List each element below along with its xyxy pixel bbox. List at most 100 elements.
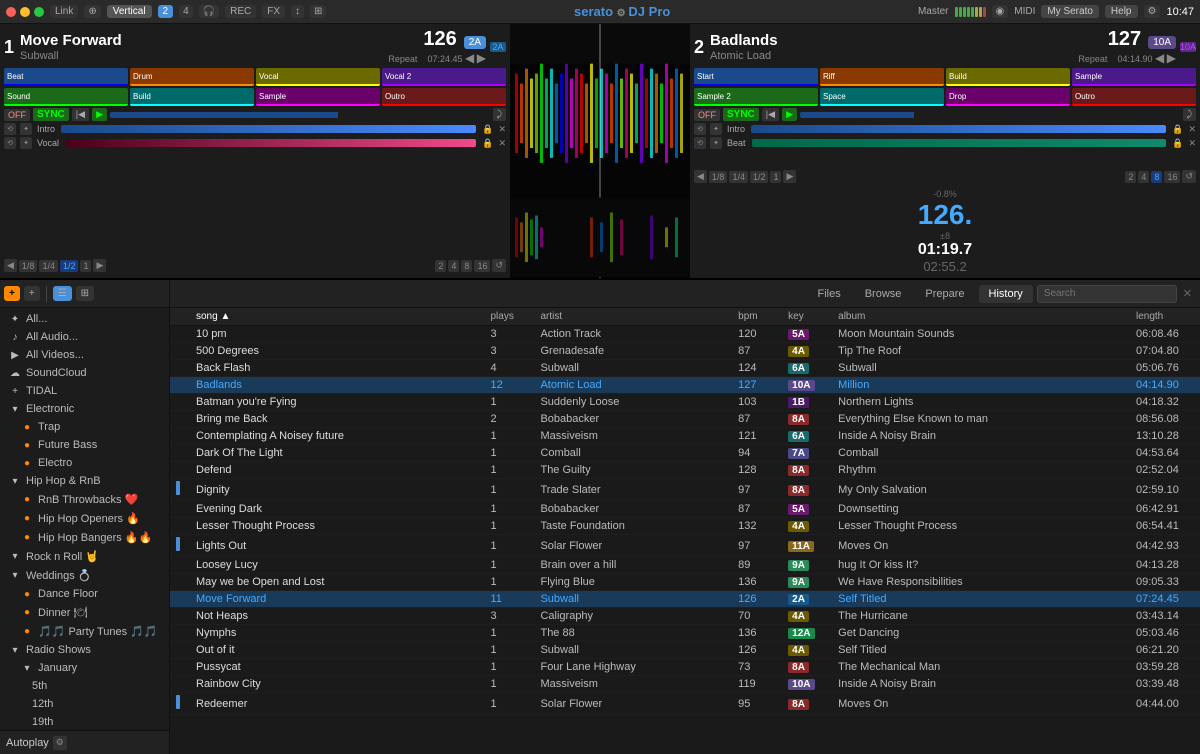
sidebar-item-soundcloud[interactable]: ☁ SoundCloud bbox=[0, 364, 169, 382]
deck1-8[interactable]: 8 bbox=[461, 260, 472, 272]
maximize-button[interactable] bbox=[34, 7, 44, 17]
deck1-16[interactable]: 16 bbox=[474, 260, 490, 272]
table-row[interactable]: Redeemer1Solar Flower958AMoves On04:44.0… bbox=[170, 693, 1200, 715]
table-row[interactable]: Back Flash4Subwall1246ASubwall05:06.76 bbox=[170, 360, 1200, 377]
deck2-1-2[interactable]: 1/2 bbox=[750, 171, 769, 183]
deck1-pad-vocal[interactable]: Vocal bbox=[256, 68, 380, 86]
sidebar-item-video[interactable]: ▶ All Videos... bbox=[0, 346, 169, 364]
vertical-button[interactable]: Vertical bbox=[107, 5, 152, 18]
deck1-pad-outro[interactable]: Outro bbox=[382, 88, 506, 106]
table-row[interactable]: Out of it1Subwall1264ASelf Titled06:21.2… bbox=[170, 642, 1200, 659]
sidebar-item-19th[interactable]: 19th bbox=[0, 713, 169, 730]
deck2-pad-start[interactable]: Start bbox=[694, 68, 818, 86]
deck2-2[interactable]: 2 bbox=[1125, 171, 1136, 183]
deck2-pad-space[interactable]: Space bbox=[820, 88, 944, 106]
table-row[interactable]: Evening Dark1Bobabacker875ADownsetting06… bbox=[170, 501, 1200, 518]
search-clear-button[interactable]: ✕ bbox=[1181, 287, 1194, 300]
deck1-pad-sample[interactable]: Sample bbox=[256, 88, 380, 106]
num2-button[interactable]: 2 bbox=[158, 5, 174, 18]
deck2-1[interactable]: 1 bbox=[770, 171, 781, 183]
sidebar-item-partytunes[interactable]: ● 🎵🎵 Party Tunes 🎵🎵 bbox=[0, 622, 169, 641]
deck1-close[interactable]: ✕ bbox=[498, 124, 506, 135]
sidebar-item-rock[interactable]: ▾ Rock n Roll 🤘 bbox=[0, 547, 169, 566]
sidebar-item-electronic[interactable]: ▾ Electronic bbox=[0, 400, 169, 418]
table-row[interactable]: Nymphs1The 8813612AGet Dancing05:03.46 bbox=[170, 625, 1200, 642]
sidebar-btn-plus[interactable]: + bbox=[24, 286, 40, 301]
settings-icon[interactable]: ⚙ bbox=[1144, 5, 1161, 18]
deck2-close[interactable]: ✕ bbox=[1188, 124, 1196, 135]
deck2-pad-sample2[interactable]: Sample 2 bbox=[694, 88, 818, 106]
tab-files[interactable]: Files bbox=[807, 285, 850, 303]
table-row[interactable]: Contemplating A Noisey future1Massiveism… bbox=[170, 428, 1200, 445]
col-length[interactable]: length bbox=[1130, 308, 1200, 326]
sidebar-item-january[interactable]: ▾ January bbox=[0, 659, 169, 677]
col-plays[interactable]: plays bbox=[484, 308, 534, 326]
deck2-cue[interactable]: ⤸ bbox=[1183, 108, 1196, 121]
autoplay-icon[interactable]: ⚙ bbox=[53, 736, 67, 750]
deck2-nav-left[interactable]: ◀ bbox=[1155, 51, 1164, 65]
deck1-pad-beat[interactable]: Beat bbox=[4, 68, 128, 86]
table-row[interactable]: Rainbow City1Massiveism11910AInside A No… bbox=[170, 676, 1200, 693]
deck1-1-4[interactable]: 1/4 bbox=[39, 260, 58, 272]
table-row[interactable]: Batman you're Fying1Suddenly Loose1031BN… bbox=[170, 394, 1200, 411]
sidebar-item-hipbangers[interactable]: ● Hip Hop Bangers 🔥🔥 bbox=[0, 528, 169, 547]
deck2-off[interactable]: OFF bbox=[694, 109, 720, 121]
deck1-loop-right[interactable]: ▶ bbox=[93, 259, 106, 272]
deck2-pad-outro[interactable]: Outro bbox=[1072, 88, 1196, 106]
deck1-4[interactable]: 4 bbox=[448, 260, 459, 272]
deck2-lock2[interactable]: 🔒 bbox=[1172, 138, 1183, 149]
help-button[interactable]: Help bbox=[1105, 5, 1138, 18]
deck2-sync[interactable]: SYNC bbox=[723, 108, 759, 121]
sidebar-item-12th[interactable]: 12th bbox=[0, 695, 169, 713]
deck1-pad-build[interactable]: Build bbox=[130, 88, 254, 106]
grid-view-btn[interactable]: ⊞ bbox=[76, 286, 94, 301]
num4-button[interactable]: 4 bbox=[179, 5, 193, 18]
deck1-2[interactable]: 2 bbox=[435, 260, 446, 272]
deck2-pad-drop[interactable]: Drop bbox=[946, 88, 1070, 106]
deck1-play[interactable]: ▶ bbox=[92, 108, 107, 121]
table-row[interactable]: May we be Open and Lost1Flying Blue1369A… bbox=[170, 574, 1200, 591]
deck2-16[interactable]: 16 bbox=[1164, 171, 1180, 183]
deck1-off[interactable]: OFF bbox=[4, 109, 30, 121]
tab-browse[interactable]: Browse bbox=[855, 285, 912, 303]
sidebar-item-trap[interactable]: ● Trap bbox=[0, 418, 169, 436]
sidebar-item-audio[interactable]: ♪ All Audio... bbox=[0, 328, 169, 346]
sidebar-item-weddings[interactable]: ▾ Weddings 💍 bbox=[0, 566, 169, 585]
deck2-1-8[interactable]: 1/8 bbox=[709, 171, 728, 183]
deck1-nav-left[interactable]: ◀ bbox=[465, 51, 474, 65]
table-row[interactable]: Not Heaps3Caligraphy704AThe Hurricane03:… bbox=[170, 608, 1200, 625]
col-key[interactable]: key bbox=[782, 308, 832, 326]
sidebar-item-rnb[interactable]: ● RnB Throwbacks ❤️ bbox=[0, 490, 169, 509]
deck2-lock[interactable]: 🔒 bbox=[1172, 124, 1183, 135]
deck2-pad-build[interactable]: Build bbox=[946, 68, 1070, 86]
deck2-1-4[interactable]: 1/4 bbox=[729, 171, 748, 183]
deck1-cue[interactable]: ⤸ bbox=[493, 108, 506, 121]
table-row[interactable]: Defend1The Guilty1288ARhythm02:52.04 bbox=[170, 462, 1200, 479]
close-button[interactable] bbox=[6, 7, 16, 17]
deck1-1-2[interactable]: 1/2 bbox=[60, 260, 79, 272]
deck2-loop-btn[interactable]: ↺ bbox=[1182, 170, 1196, 183]
deck2-prev[interactable]: |◀ bbox=[762, 108, 779, 121]
fx-button[interactable]: FX bbox=[262, 5, 285, 18]
sidebar-item-radioshows[interactable]: ▾ Radio Shows bbox=[0, 641, 169, 659]
sidebar-item-all[interactable]: ✦ All... bbox=[0, 310, 169, 328]
table-row[interactable]: 10 pm3Action Track1205AMoon Mountain Sou… bbox=[170, 326, 1200, 343]
col-bpm[interactable]: bpm bbox=[732, 308, 782, 326]
col-song[interactable]: song ▲ bbox=[190, 308, 484, 326]
sidebar-item-dancefloor[interactable]: ● Dance Floor bbox=[0, 585, 169, 603]
deck1-pad-vocal2[interactable]: Vocal 2 bbox=[382, 68, 506, 86]
sidebar-item-electro[interactable]: ● Electro bbox=[0, 454, 169, 472]
deck1-close2[interactable]: ✕ bbox=[498, 138, 506, 149]
deck2-loop-left[interactable]: ◀ bbox=[694, 170, 707, 183]
table-row[interactable]: Pussycat1Four Lane Highway738AThe Mechan… bbox=[170, 659, 1200, 676]
deck1-pad-sound[interactable]: Sound bbox=[4, 88, 128, 106]
deck2-close2[interactable]: ✕ bbox=[1188, 138, 1196, 149]
table-row[interactable]: Bring me Back2Bobabacker878AEverything E… bbox=[170, 411, 1200, 428]
col-artist[interactable]: artist bbox=[534, 308, 732, 326]
minimize-button[interactable] bbox=[20, 7, 30, 17]
deck2-4[interactable]: 4 bbox=[1138, 171, 1149, 183]
sidebar-item-future-bass[interactable]: ● Future Bass bbox=[0, 436, 169, 454]
deck1-pad-drum[interactable]: Drum bbox=[130, 68, 254, 86]
sidebar-item-hipopeners[interactable]: ● Hip Hop Openers 🔥 bbox=[0, 509, 169, 528]
table-row[interactable]: Dark Of The Light1Comball947AComball04:5… bbox=[170, 445, 1200, 462]
